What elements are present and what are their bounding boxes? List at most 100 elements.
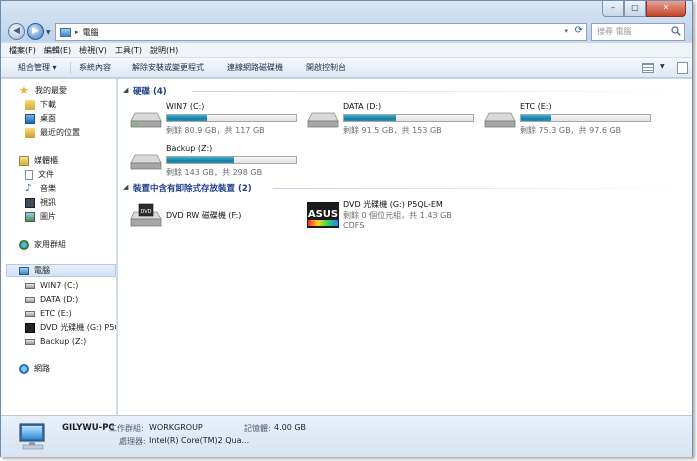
nav-item-drive-e[interactable]: ETC (E:): [25, 307, 72, 320]
refresh-icon[interactable]: ⟳: [575, 25, 583, 36]
workgroup-value: WORKGROUP: [149, 423, 203, 432]
system-properties-button[interactable]: 系統內容: [79, 58, 111, 78]
nav-item-pictures[interactable]: 圖片: [25, 210, 56, 223]
drive-tile-d[interactable]: DATA (D:) 剩餘 91.5 GB，共 153 GB: [307, 102, 487, 138]
music-icon: ♪: [25, 182, 32, 194]
nav-homegroup[interactable]: 家用群組: [19, 238, 66, 251]
drive-usage-fill: [167, 115, 207, 121]
nav-network[interactable]: 網路: [19, 362, 50, 375]
drive-name: ETC (E:): [520, 102, 552, 111]
nav-item-videos[interactable]: 視訊: [25, 196, 56, 209]
nav-item-recent-places[interactable]: 最近的位置: [25, 126, 80, 139]
computer-icon: [19, 423, 45, 450]
nav-item-music[interactable]: ♪ 音樂: [25, 182, 56, 195]
forward-button[interactable]: ▶: [27, 23, 44, 40]
svg-text:ASUS: ASUS: [308, 209, 338, 220]
drive-usage-bar: [520, 114, 651, 122]
nav-favorites[interactable]: ★ 我的最愛: [19, 84, 67, 97]
explorer-window: – □ ✕ ◀ ▶ ▼ ▸ 電腦 ▾ ⟳ 搜尋 電腦 檔案(F) 編輯(E) 檢…: [0, 0, 693, 457]
nav-item-drive-g[interactable]: DVD 光碟機 (G:) P5QL: [25, 321, 116, 334]
collapse-arrow-icon[interactable]: ◢: [123, 86, 128, 94]
map-network-drive-button[interactable]: 連線網路磁碟機: [227, 58, 283, 78]
nav-computer[interactable]: 電腦: [6, 264, 116, 277]
computer-name: GILYWU-PC: [62, 423, 115, 433]
search-placeholder: 搜尋 電腦: [597, 27, 632, 36]
breadcrumb-computer[interactable]: 電腦: [83, 27, 99, 38]
nav-item-label: ETC (E:): [40, 309, 72, 318]
nav-libraries[interactable]: 媒體櫃: [19, 154, 58, 167]
window-controls: – □ ✕: [602, 1, 686, 17]
nav-item-desktop[interactable]: 桌面: [25, 112, 56, 125]
minimize-button[interactable]: –: [602, 1, 624, 17]
pictures-icon: [25, 211, 35, 222]
nav-item-documents[interactable]: 文件: [25, 168, 54, 181]
drive-usage-bar: [343, 114, 474, 122]
nav-item-label: Backup (Z:): [40, 337, 87, 346]
uninstall-program-button[interactable]: 解除安裝或變更程式: [132, 58, 204, 78]
search-input[interactable]: 搜尋 電腦: [591, 23, 685, 41]
open-control-panel-button[interactable]: 開啟控制台: [306, 58, 346, 78]
drive-name: DVD 光碟機 (G:) P5QL-EM: [343, 200, 443, 209]
drive-tile-dvd-rw[interactable]: DVD DVD RW 磁碟機 (F:): [130, 202, 310, 238]
drive-filesystem: CDFS: [343, 221, 365, 230]
nav-item-drive-z[interactable]: Backup (Z:): [25, 335, 86, 348]
maximize-button[interactable]: □: [624, 1, 646, 17]
drive-free-space: 剩餘 80.9 GB，共 117 GB: [166, 126, 265, 135]
group-header-removable[interactable]: 裝置中含有卸除式存放裝置 (2): [133, 182, 252, 194]
star-icon: ★: [19, 83, 29, 97]
computer-icon: [60, 27, 71, 37]
view-options-icon[interactable]: [642, 63, 654, 73]
close-button[interactable]: ✕: [646, 1, 686, 17]
chevron-down-icon[interactable]: ▼: [660, 63, 665, 70]
group-divider: [273, 188, 682, 189]
nav-item-drive-d[interactable]: DATA (D:): [25, 293, 78, 306]
command-bar: 組合管理 ▾ 系統內容 解除安裝或變更程式 連線網路磁碟機 開啟控制台 ▼: [1, 58, 692, 78]
videos-icon: [25, 197, 35, 208]
breadcrumb-separator[interactable]: ▸: [75, 28, 79, 36]
preview-pane-icon[interactable]: [677, 62, 688, 74]
hard-drive-icon: [25, 310, 35, 317]
drive-name: DVD RW 磁碟機 (F:): [166, 211, 242, 220]
asus-disc-logo: ASUS: [307, 202, 339, 228]
nav-item-drive-c[interactable]: WIN7 (C:): [25, 279, 78, 292]
nav-item-label: WIN7 (C:): [40, 281, 79, 290]
nav-item-label: 最近的位置: [40, 128, 80, 137]
collapse-arrow-icon[interactable]: ◢: [123, 183, 128, 191]
nav-item-downloads[interactable]: 下載: [25, 98, 56, 111]
hard-drive-icon: [25, 282, 35, 289]
menu-file[interactable]: 檔案(F): [9, 45, 36, 56]
drive-usage-fill: [521, 115, 551, 121]
nav-item-label: 桌面: [40, 114, 56, 123]
chevron-down-icon[interactable]: ▾: [564, 27, 568, 35]
nav-favorites-label: 我的最愛: [35, 86, 67, 95]
computer-icon: [19, 266, 29, 275]
group-divider: [192, 91, 682, 92]
documents-icon: [25, 169, 33, 180]
drive-usage-fill: [167, 157, 235, 163]
libraries-icon: [19, 155, 29, 166]
menu-edit[interactable]: 編輯(E): [44, 45, 71, 56]
drive-tile-z[interactable]: Backup (Z:) 剩餘 143 GB，共 298 GB: [130, 144, 310, 180]
menu-bar: 檔案(F) 編輯(E) 檢視(V) 工具(T) 說明(H): [1, 43, 692, 58]
drive-tile-e[interactable]: ETC (E:) 剩餘 75.3 GB，共 97.6 GB: [484, 102, 664, 138]
dvd-drive-icon: DVD: [130, 203, 162, 227]
content-pane: ◢ 硬碟 (4) WIN7 (C:) 剩餘 80.9 GB，共 117 GB D…: [118, 79, 692, 415]
menu-tools[interactable]: 工具(T): [115, 45, 142, 56]
recent-places-icon: [25, 127, 35, 138]
hard-drive-icon: [130, 112, 162, 128]
network-icon: [19, 363, 29, 374]
drive-usage-bar: [166, 156, 297, 164]
drive-tile-c[interactable]: WIN7 (C:) 剩餘 80.9 GB，共 117 GB: [130, 102, 310, 138]
dvd-drive-icon: [25, 322, 35, 333]
memory-value: 4.00 GB: [274, 423, 307, 432]
address-bar[interactable]: ▸ 電腦 ▾ ⟳: [55, 23, 587, 41]
menu-help[interactable]: 說明(H): [150, 45, 178, 56]
svg-text:DVD: DVD: [140, 209, 151, 215]
processor-label: 處理器:: [119, 437, 146, 446]
drive-tile-dvd-g[interactable]: ASUS DVD 光碟機 (G:) P5QL-EM 剩餘 0 個位元組，共 1.…: [307, 199, 527, 243]
menu-view[interactable]: 檢視(V): [79, 45, 107, 56]
group-header-hard-drives[interactable]: 硬碟 (4): [133, 85, 167, 97]
back-button[interactable]: ◀: [8, 23, 25, 40]
recent-pages-dropdown-icon[interactable]: ▼: [46, 29, 51, 36]
organize-button[interactable]: 組合管理 ▾: [18, 58, 57, 78]
